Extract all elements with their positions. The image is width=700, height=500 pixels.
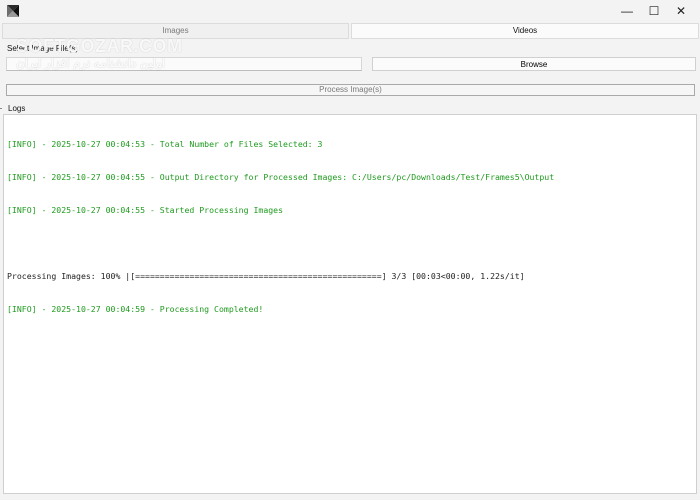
log-line: Processing Images: 100% |[==============… [7, 271, 525, 281]
app-icon [7, 5, 19, 17]
maximize-button[interactable]: ☐ [641, 0, 667, 22]
maximize-icon: ☐ [648, 4, 660, 18]
logs-frame-mark [0, 108, 2, 109]
log-output[interactable]: [INFO] - 2025-10-27 00:04:53 - Total Num… [3, 114, 697, 494]
image-path-input[interactable] [6, 57, 362, 71]
log-line: [INFO] - 2025-10-27 00:04:59 - Processin… [7, 304, 264, 314]
close-icon: ✕ [675, 4, 687, 18]
close-button[interactable]: ✕ [668, 0, 694, 22]
log-line: [INFO] - 2025-10-27 00:04:55 - Started P… [7, 205, 284, 215]
log-line: [INFO] - 2025-10-27 00:04:53 - Total Num… [7, 139, 323, 149]
process-images-button[interactable]: Process Image(s) [6, 84, 695, 96]
minimize-icon: — [621, 4, 633, 18]
tab-images[interactable]: Images [2, 23, 349, 39]
log-line: [INFO] - 2025-10-27 00:04:55 - Output Di… [7, 172, 555, 182]
tab-videos[interactable]: Videos [351, 23, 699, 39]
logs-label: Logs [8, 104, 26, 113]
minimize-button[interactable]: — [614, 0, 640, 22]
browse-button[interactable]: Browse [372, 57, 696, 71]
select-image-label: Select Image File(s) [7, 44, 79, 53]
title-bar: — ☐ ✕ [0, 0, 700, 22]
